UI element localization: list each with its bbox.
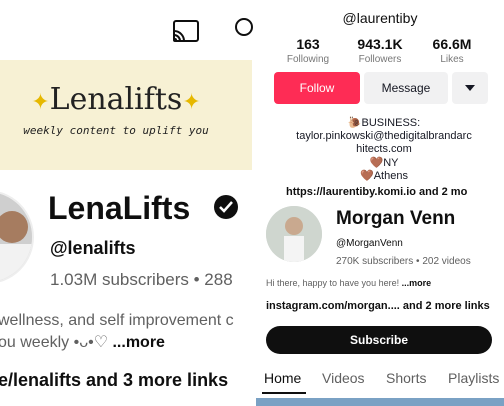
stat-label: Likes	[440, 54, 464, 65]
left-channel-panel: ✦Lenalifts✦ weekly content to uplift you…	[0, 0, 256, 406]
channel-links[interactable]: e/lenalifts and 3 more links	[0, 370, 228, 391]
stat-label: Following	[286, 54, 330, 65]
profile-link[interactable]: https://laurentiby.komi.io and 2 mo	[286, 186, 467, 198]
tab-shorts[interactable]: Shorts	[386, 370, 426, 386]
channel-stats: 270K subscribers • 202 videos	[336, 256, 471, 267]
channel-stats: 1.03M subscribers • 288	[50, 270, 233, 289]
active-tab-indicator	[262, 392, 306, 394]
subscribe-button[interactable]: Subscribe	[266, 326, 492, 354]
bio-line: 🤎Athens	[360, 170, 408, 182]
search-icon[interactable]	[232, 16, 254, 40]
stat-followers[interactable]: 943.1K Followers	[345, 36, 415, 65]
banner-title: ✦Lenalifts✦	[31, 82, 201, 117]
channel-name: Morgan Venn	[336, 208, 456, 229]
channel-name: LenaLifts	[48, 190, 191, 226]
channel-description[interactable]: wellness, and self improvement c	[0, 312, 234, 330]
stat-value: 163	[296, 36, 320, 52]
bio-line: taylor.pinkowski@thedigitalbrandarc	[296, 130, 472, 142]
channel-handle: @MorganVenn	[336, 238, 403, 249]
avatar[interactable]	[0, 190, 34, 284]
bio-line: 🐌BUSINESS:	[347, 117, 421, 129]
avatar[interactable]	[266, 206, 322, 262]
more-link[interactable]: ...more	[402, 278, 432, 288]
channel-description-line2[interactable]: ou weekly •ᴗ•♡ ...more	[0, 332, 165, 352]
video-thumbnail-strip[interactable]	[256, 398, 504, 406]
channel-handle: @lenalifts	[50, 238, 136, 258]
stat-label: Followers	[358, 54, 402, 65]
stat-value: 66.6M	[432, 36, 472, 52]
verified-badge-icon	[214, 195, 238, 219]
cast-icon[interactable]	[170, 18, 200, 44]
bio-line: 🤎NY	[369, 157, 399, 169]
sparkle-icon: ✦	[182, 90, 201, 115]
tab-playlists[interactable]: Playlists	[448, 370, 499, 386]
profile-handle: @laurentiby	[342, 10, 418, 26]
tab-home[interactable]: Home	[264, 370, 301, 386]
sparkle-icon: ✦	[31, 90, 50, 115]
description-text: Hi there, happy to have you here!	[266, 278, 402, 288]
stat-likes[interactable]: 66.6M Likes	[417, 36, 487, 65]
more-options-button[interactable]	[452, 72, 488, 104]
follow-button[interactable]: Follow	[274, 72, 360, 104]
channel-links[interactable]: instagram.com/morgan.... and 2 more link…	[266, 300, 490, 312]
stat-value: 943.1K	[357, 36, 403, 52]
more-link[interactable]: ...more	[112, 334, 164, 351]
stat-following[interactable]: 163 Following	[273, 36, 343, 65]
banner-subtitle: weekly content to uplift you	[23, 124, 209, 137]
bio-line: hitects.com	[356, 143, 412, 155]
channel-description[interactable]: Hi there, happy to have you here! ...mor…	[266, 278, 431, 288]
tab-videos[interactable]: Videos	[322, 370, 365, 386]
right-profile-panel: @laurentiby 163 Following 943.1K Followe…	[256, 0, 504, 406]
description-text: ou weekly •ᴗ•♡	[0, 334, 113, 351]
message-button[interactable]: Message	[364, 72, 448, 104]
caret-down-icon	[465, 85, 475, 91]
